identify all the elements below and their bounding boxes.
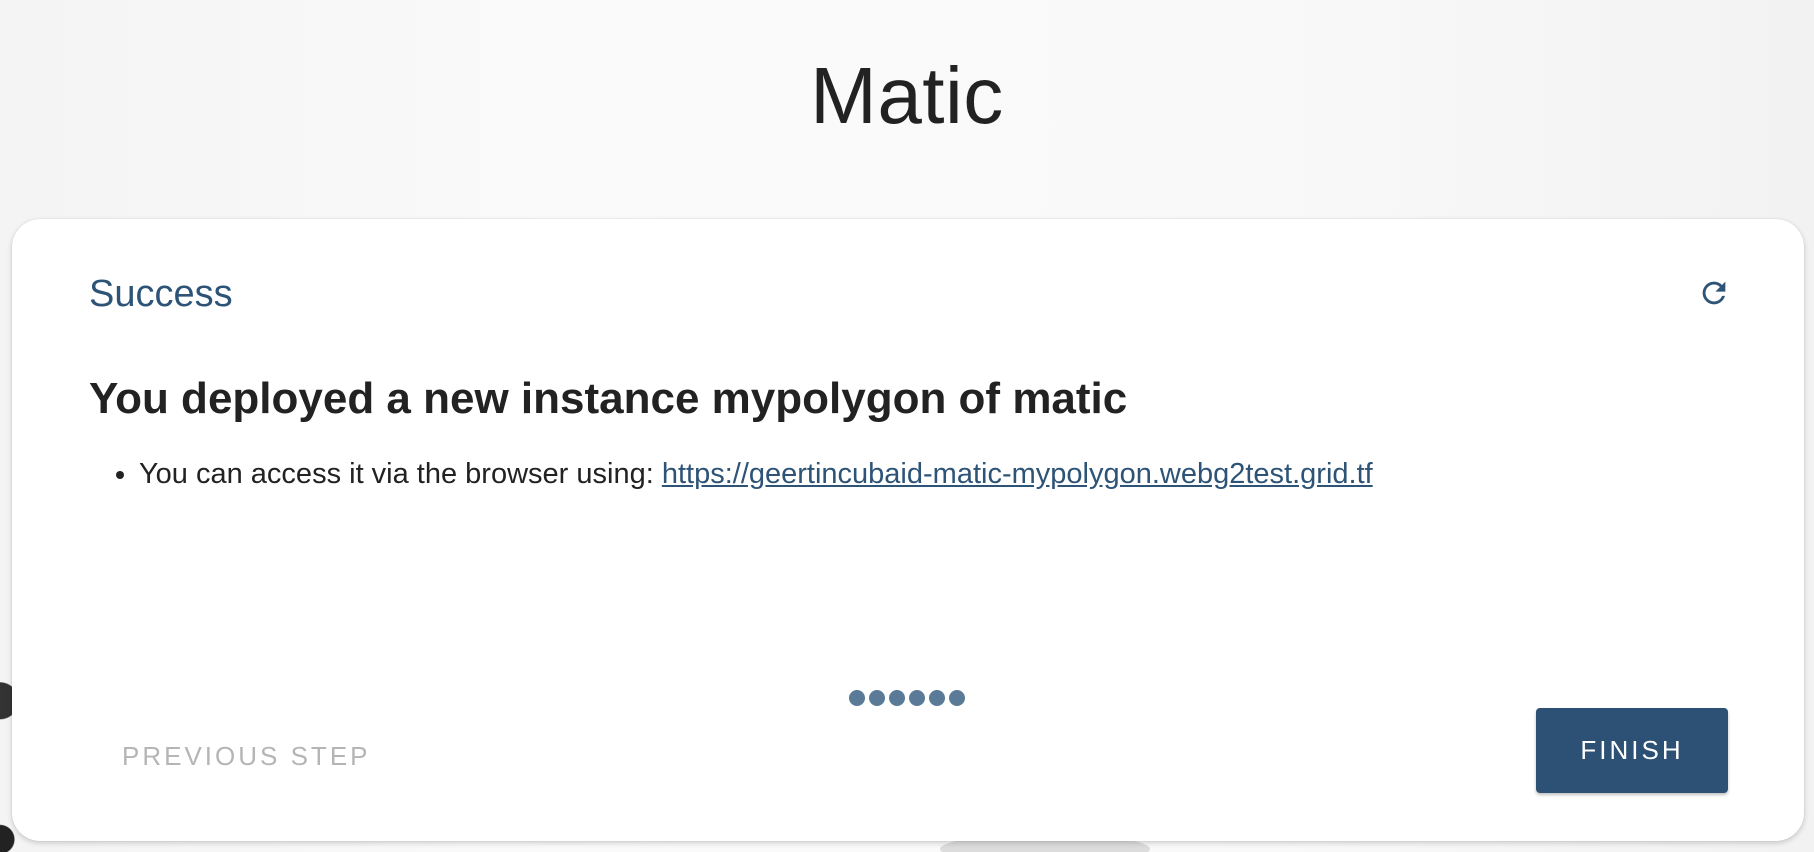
previous-step-button[interactable]: PREVIOUS STEP: [102, 729, 391, 784]
step-dot: [929, 690, 945, 706]
page-title: Matic: [810, 51, 1004, 140]
list-item: You can access it via the browser using:…: [139, 457, 1373, 492]
access-info-text: You can access it via the browser using:: [139, 458, 662, 490]
refresh-icon: [1702, 281, 1726, 305]
deployment-card: Success You deployed a new instance mypo…: [12, 219, 1804, 841]
deployment-heading: You deployed a new instance mypolygon of…: [89, 374, 1128, 423]
deployment-info-list: You can access it via the browser using:…: [89, 457, 1373, 492]
step-indicator: [849, 690, 965, 706]
step-dot: [889, 690, 905, 706]
step-dot: [869, 690, 885, 706]
finish-button[interactable]: FINISH: [1536, 708, 1728, 793]
instance-url-link[interactable]: https://geertincubaid-matic-mypolygon.we…: [662, 458, 1373, 490]
refresh-button[interactable]: [1694, 273, 1734, 313]
step-dot: [949, 690, 965, 706]
step-dot: [849, 690, 865, 706]
step-dot: [909, 690, 925, 706]
card-status-title: Success: [89, 273, 233, 315]
